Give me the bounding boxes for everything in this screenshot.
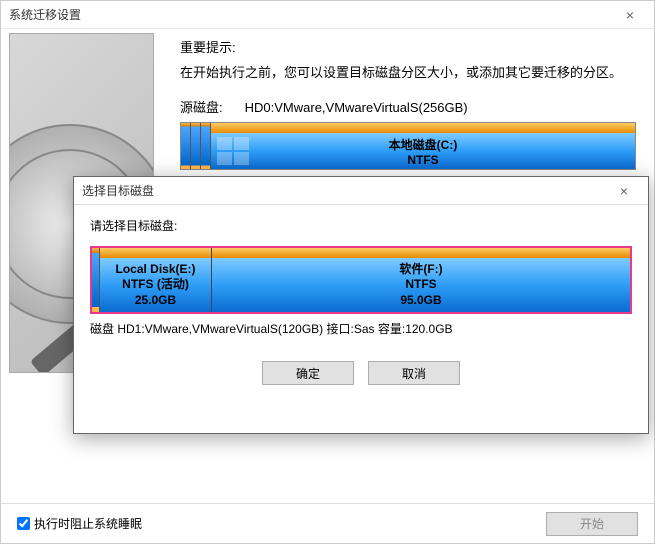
window-title: 系统迁移设置	[9, 6, 81, 23]
target-disk-bar[interactable]: Local Disk(E:) NTFS (活动) 25.0GB 软件(F:) N…	[90, 246, 632, 314]
dialog-title: 选择目标磁盘	[82, 182, 154, 199]
source-disk-name: HD0:VMware,VMwareVirtualS(256GB)	[245, 100, 468, 115]
main-titlebar: 系统迁移设置 ×	[1, 1, 654, 29]
prevent-sleep-input[interactable]	[17, 517, 30, 530]
reserved-strip	[201, 123, 211, 169]
partition-fs: NTFS	[407, 153, 438, 167]
close-icon[interactable]: ×	[614, 7, 646, 23]
target-partition-f[interactable]: 软件(F:) NTFS 95.0GB	[212, 248, 630, 312]
reserved-strip	[191, 123, 201, 169]
ok-button[interactable]: 确定	[262, 361, 354, 385]
target-disk-info: 磁盘 HD1:VMware,VMwareVirtualS(120GB) 接口:S…	[90, 320, 632, 337]
source-disk-bar[interactable]: 本地磁盘(C:) NTFS	[180, 122, 636, 170]
target-partition-e[interactable]: Local Disk(E:) NTFS (活动) 25.0GB	[100, 248, 212, 312]
close-icon[interactable]: ×	[608, 183, 640, 199]
source-label: 源磁盘:HD0:VMware,VMwareVirtualS(256GB)	[180, 97, 636, 116]
cancel-button[interactable]: 取消	[368, 361, 460, 385]
windows-icon	[217, 137, 249, 165]
hint-title: 重要提示:	[180, 37, 636, 56]
target-disk-dialog: 选择目标磁盘 × 请选择目标磁盘: Local Disk(E:) NTFS (活…	[73, 176, 649, 434]
reserved-strip	[181, 123, 191, 169]
prevent-sleep-checkbox[interactable]: 执行时阻止系统睡眠	[17, 515, 142, 532]
hint-text: 在开始执行之前，您可以设置目标磁盘分区大小，或添加其它要迁移的分区。	[180, 62, 636, 81]
partition-name: 本地磁盘(C:)	[389, 136, 458, 153]
reserved-strip	[92, 248, 100, 312]
target-prompt: 请选择目标磁盘:	[90, 217, 632, 234]
start-button[interactable]: 开始	[546, 512, 638, 536]
